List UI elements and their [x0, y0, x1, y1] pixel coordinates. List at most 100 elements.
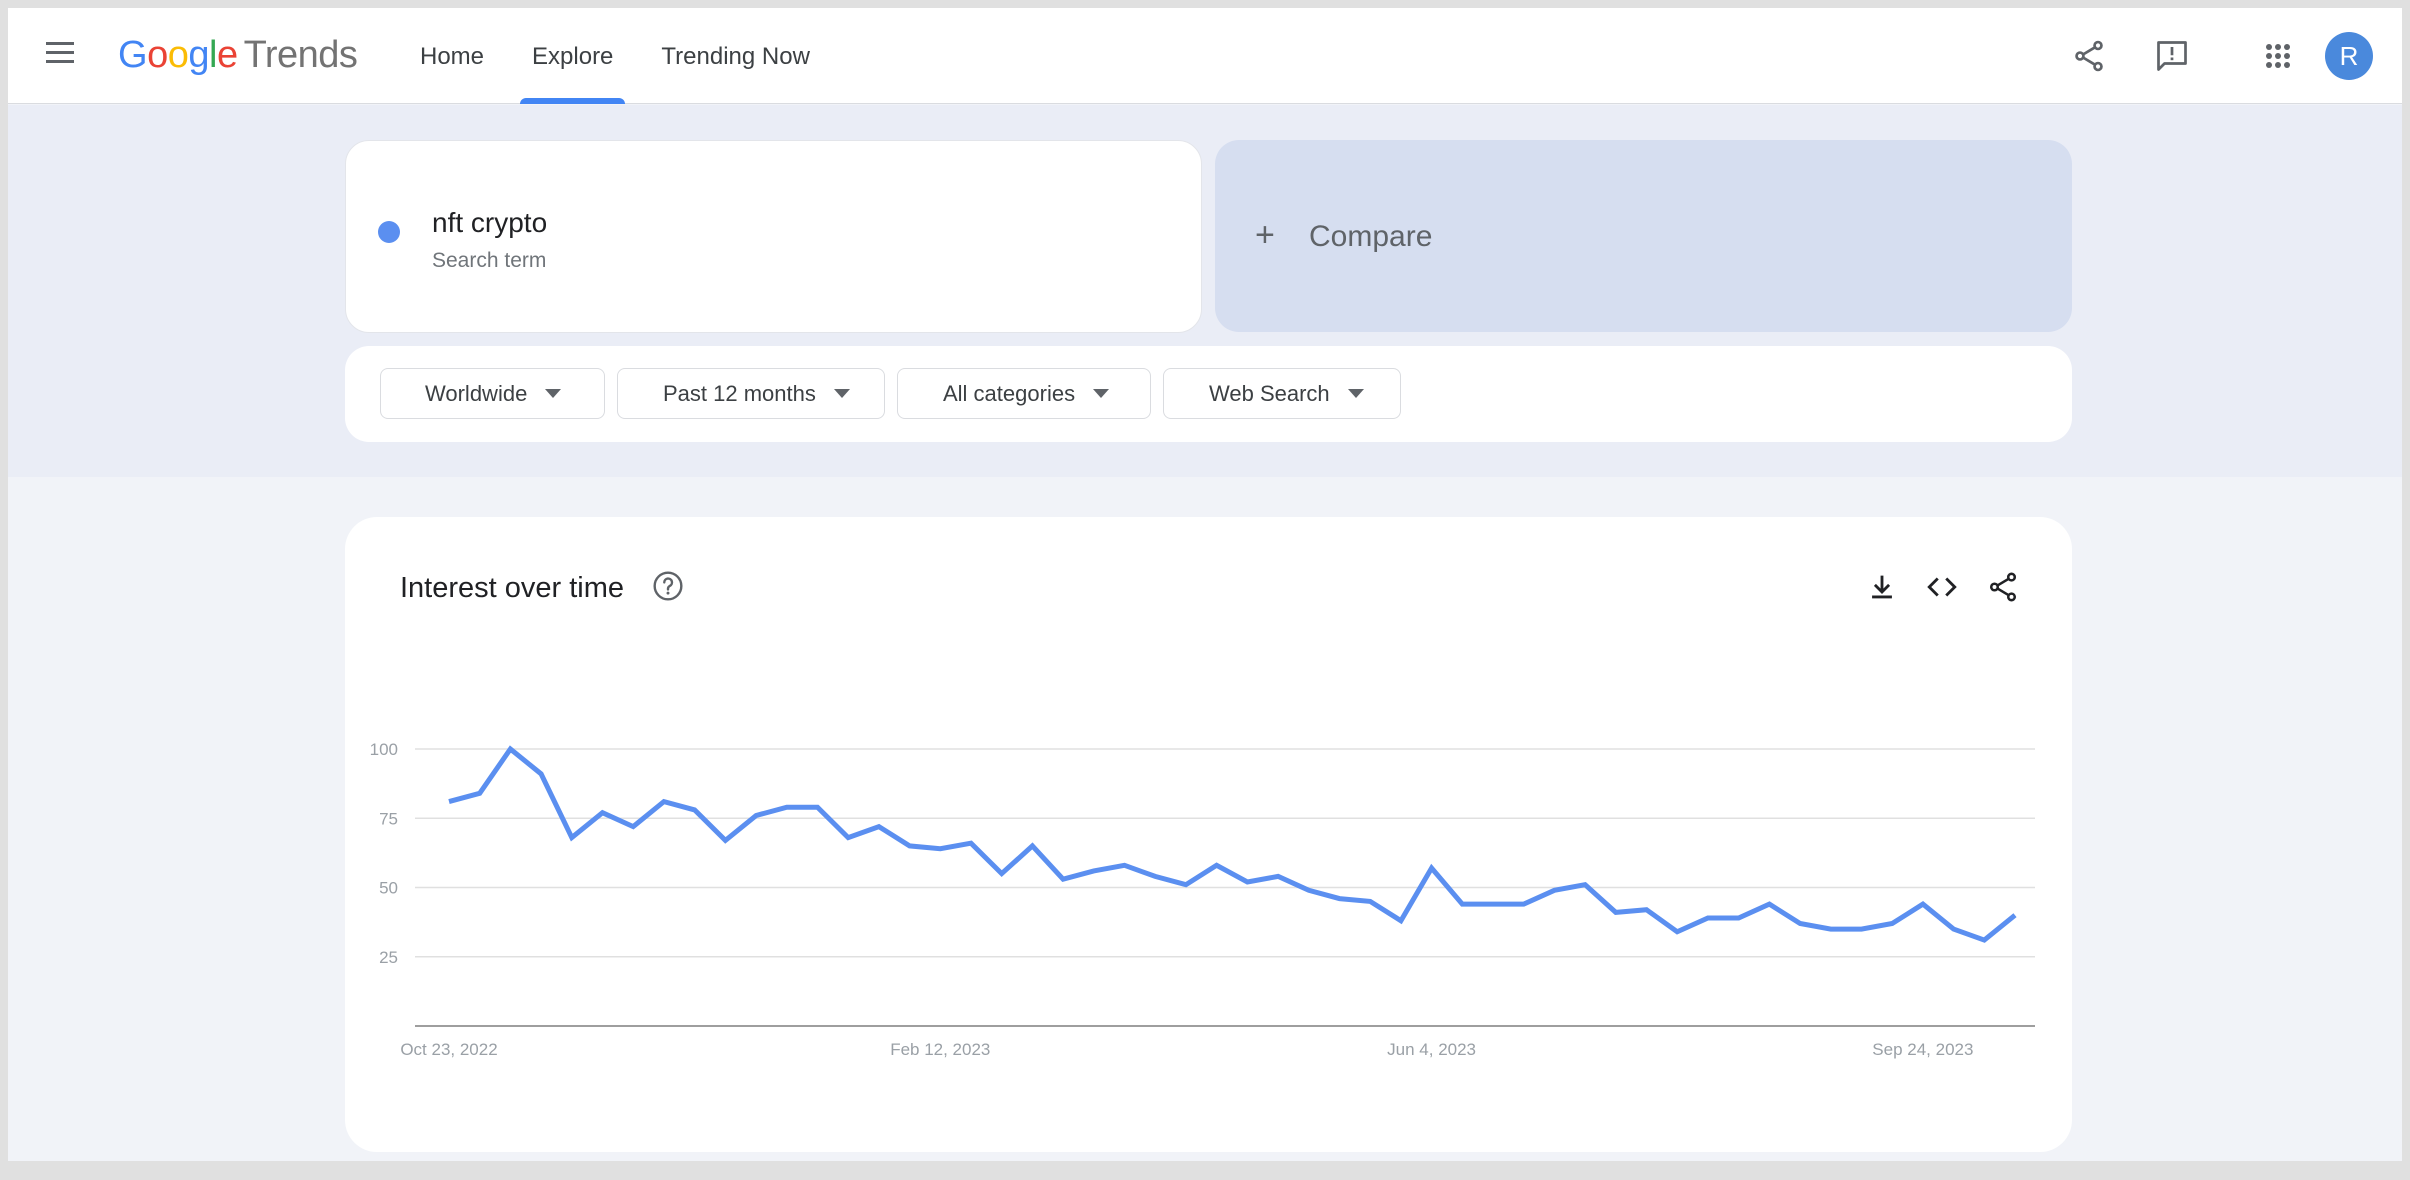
search-term[interactable]: nft crypto: [432, 207, 547, 239]
data-point: [1671, 926, 1683, 938]
nav-trending-now[interactable]: Trending Now: [649, 8, 822, 104]
data-point: [597, 807, 609, 819]
data-point: [1825, 923, 1837, 935]
data-point: [1456, 898, 1468, 910]
logo-product-name: Trends: [243, 34, 358, 76]
logo-letter: G: [118, 34, 148, 76]
hamburger-menu-icon[interactable]: [46, 42, 74, 66]
category-filter-dropdown[interactable]: All categories: [897, 368, 1151, 419]
data-point: [934, 843, 946, 855]
data-point: [1211, 859, 1223, 871]
interest-over-time-chart[interactable]: 25 50 75 100 Oct 23, 2022 Feb 12, 2023 Jun 4, …: [345, 517, 2072, 1152]
data-point: [627, 821, 639, 833]
data-point: [1364, 895, 1376, 907]
data-point: [1886, 918, 1898, 930]
google-trends-logo[interactable]: Google Trends: [118, 34, 358, 77]
plus-icon: +: [1255, 216, 1275, 254]
data-point: [1088, 865, 1100, 877]
data-point: [1026, 840, 1038, 852]
data-point: [1333, 893, 1345, 905]
data-point: [1948, 923, 1960, 935]
data-point: [904, 840, 916, 852]
search-term-card[interactable]: nft crypto Search term: [345, 140, 1202, 333]
data-point: [811, 801, 823, 813]
logo-letter: e: [216, 34, 238, 76]
data-point: [1763, 898, 1775, 910]
data-point: [504, 743, 516, 755]
feedback-icon[interactable]: [2154, 38, 2190, 74]
data-point: [1241, 876, 1253, 888]
time-range-filter-label: Past 12 months: [663, 380, 816, 406]
time-range-filter-dropdown[interactable]: Past 12 months: [617, 368, 885, 419]
data-point: [1426, 862, 1438, 874]
data-point: [1641, 904, 1653, 916]
data-point: [443, 796, 455, 808]
data-point: [1978, 934, 1990, 946]
y-tick-label: 50: [379, 879, 398, 898]
data-point: [2009, 909, 2021, 921]
nav-explore[interactable]: Explore: [520, 8, 626, 104]
data-point: [1733, 912, 1745, 924]
data-point: [781, 801, 793, 813]
logo-letter: g: [188, 34, 209, 76]
data-point: [1272, 870, 1284, 882]
data-point: [873, 821, 885, 833]
apps-grid-icon[interactable]: [2260, 38, 2296, 74]
data-point: [1395, 915, 1407, 927]
region-filter-dropdown[interactable]: Worldwide: [380, 368, 605, 419]
caret-down-icon: [833, 389, 850, 398]
data-point: [719, 834, 731, 846]
data-point: [1149, 870, 1161, 882]
data-point: [1518, 898, 1530, 910]
category-filter-label: All categories: [943, 380, 1076, 406]
data-point: [1057, 873, 1069, 885]
data-point: [689, 804, 701, 816]
x-tick-label: Sep 24, 2023: [1872, 1040, 1973, 1059]
data-point: [965, 837, 977, 849]
data-point: [1180, 879, 1192, 891]
share-icon[interactable]: [2071, 38, 2107, 74]
data-point: [566, 832, 578, 844]
region-filter-label: Worldwide: [425, 380, 528, 406]
data-point: [1548, 884, 1560, 896]
top-app-bar: GoogleTrends Home Explore Trending Now: [8, 8, 2402, 104]
filter-bar: Worldwide Past 12 months All categories …: [345, 346, 2072, 442]
term-color-dot: [378, 221, 400, 243]
caret-down-icon: [1347, 389, 1364, 398]
compare-label: Compare: [1309, 220, 1433, 253]
viewport-bottom-edge: [8, 1161, 2402, 1173]
data-point: [842, 832, 854, 844]
data-point: [1487, 898, 1499, 910]
search-type-filter-label: Web Search: [1209, 380, 1330, 406]
data-point: [996, 868, 1008, 880]
browser-viewport: GoogleTrends Home Explore Trending Now: [8, 8, 2402, 1173]
data-point: [1610, 906, 1622, 918]
data-point: [1119, 859, 1131, 871]
data-point: [1303, 884, 1315, 896]
series-line-nft-crypto: [448, 745, 2017, 943]
data-point: [1702, 912, 1714, 924]
caret-down-icon: [1093, 389, 1110, 398]
y-tick-label: 25: [379, 948, 398, 967]
data-point: [658, 796, 670, 808]
data-point: [750, 809, 762, 821]
logo-letter: o: [147, 34, 168, 76]
logo-letter: l: [208, 34, 217, 76]
data-point: [1794, 918, 1806, 930]
nav-home[interactable]: Home: [408, 8, 496, 104]
y-tick-label: 75: [379, 809, 398, 828]
main-nav: Home Explore Trending Now: [408, 8, 846, 104]
x-tick-label: Jun 4, 2023: [1387, 1040, 1476, 1059]
data-point: [1855, 923, 1867, 935]
x-tick-label: Feb 12, 2023: [890, 1040, 990, 1059]
logo-letter: o: [167, 34, 189, 76]
caret-down-icon: [545, 389, 562, 398]
x-tick-label: Oct 23, 2022: [400, 1040, 497, 1059]
compare-button[interactable]: + Compare: [1215, 140, 2072, 332]
data-point: [535, 768, 547, 780]
data-point: [1579, 879, 1591, 891]
search-type-filter-dropdown[interactable]: Web Search: [1163, 368, 1401, 419]
y-tick-label: 100: [370, 740, 398, 759]
interest-over-time-card: Interest over time 25 50 75 100 Oct 23, 2022…: [345, 517, 2072, 1152]
account-avatar[interactable]: R: [2325, 32, 2373, 80]
